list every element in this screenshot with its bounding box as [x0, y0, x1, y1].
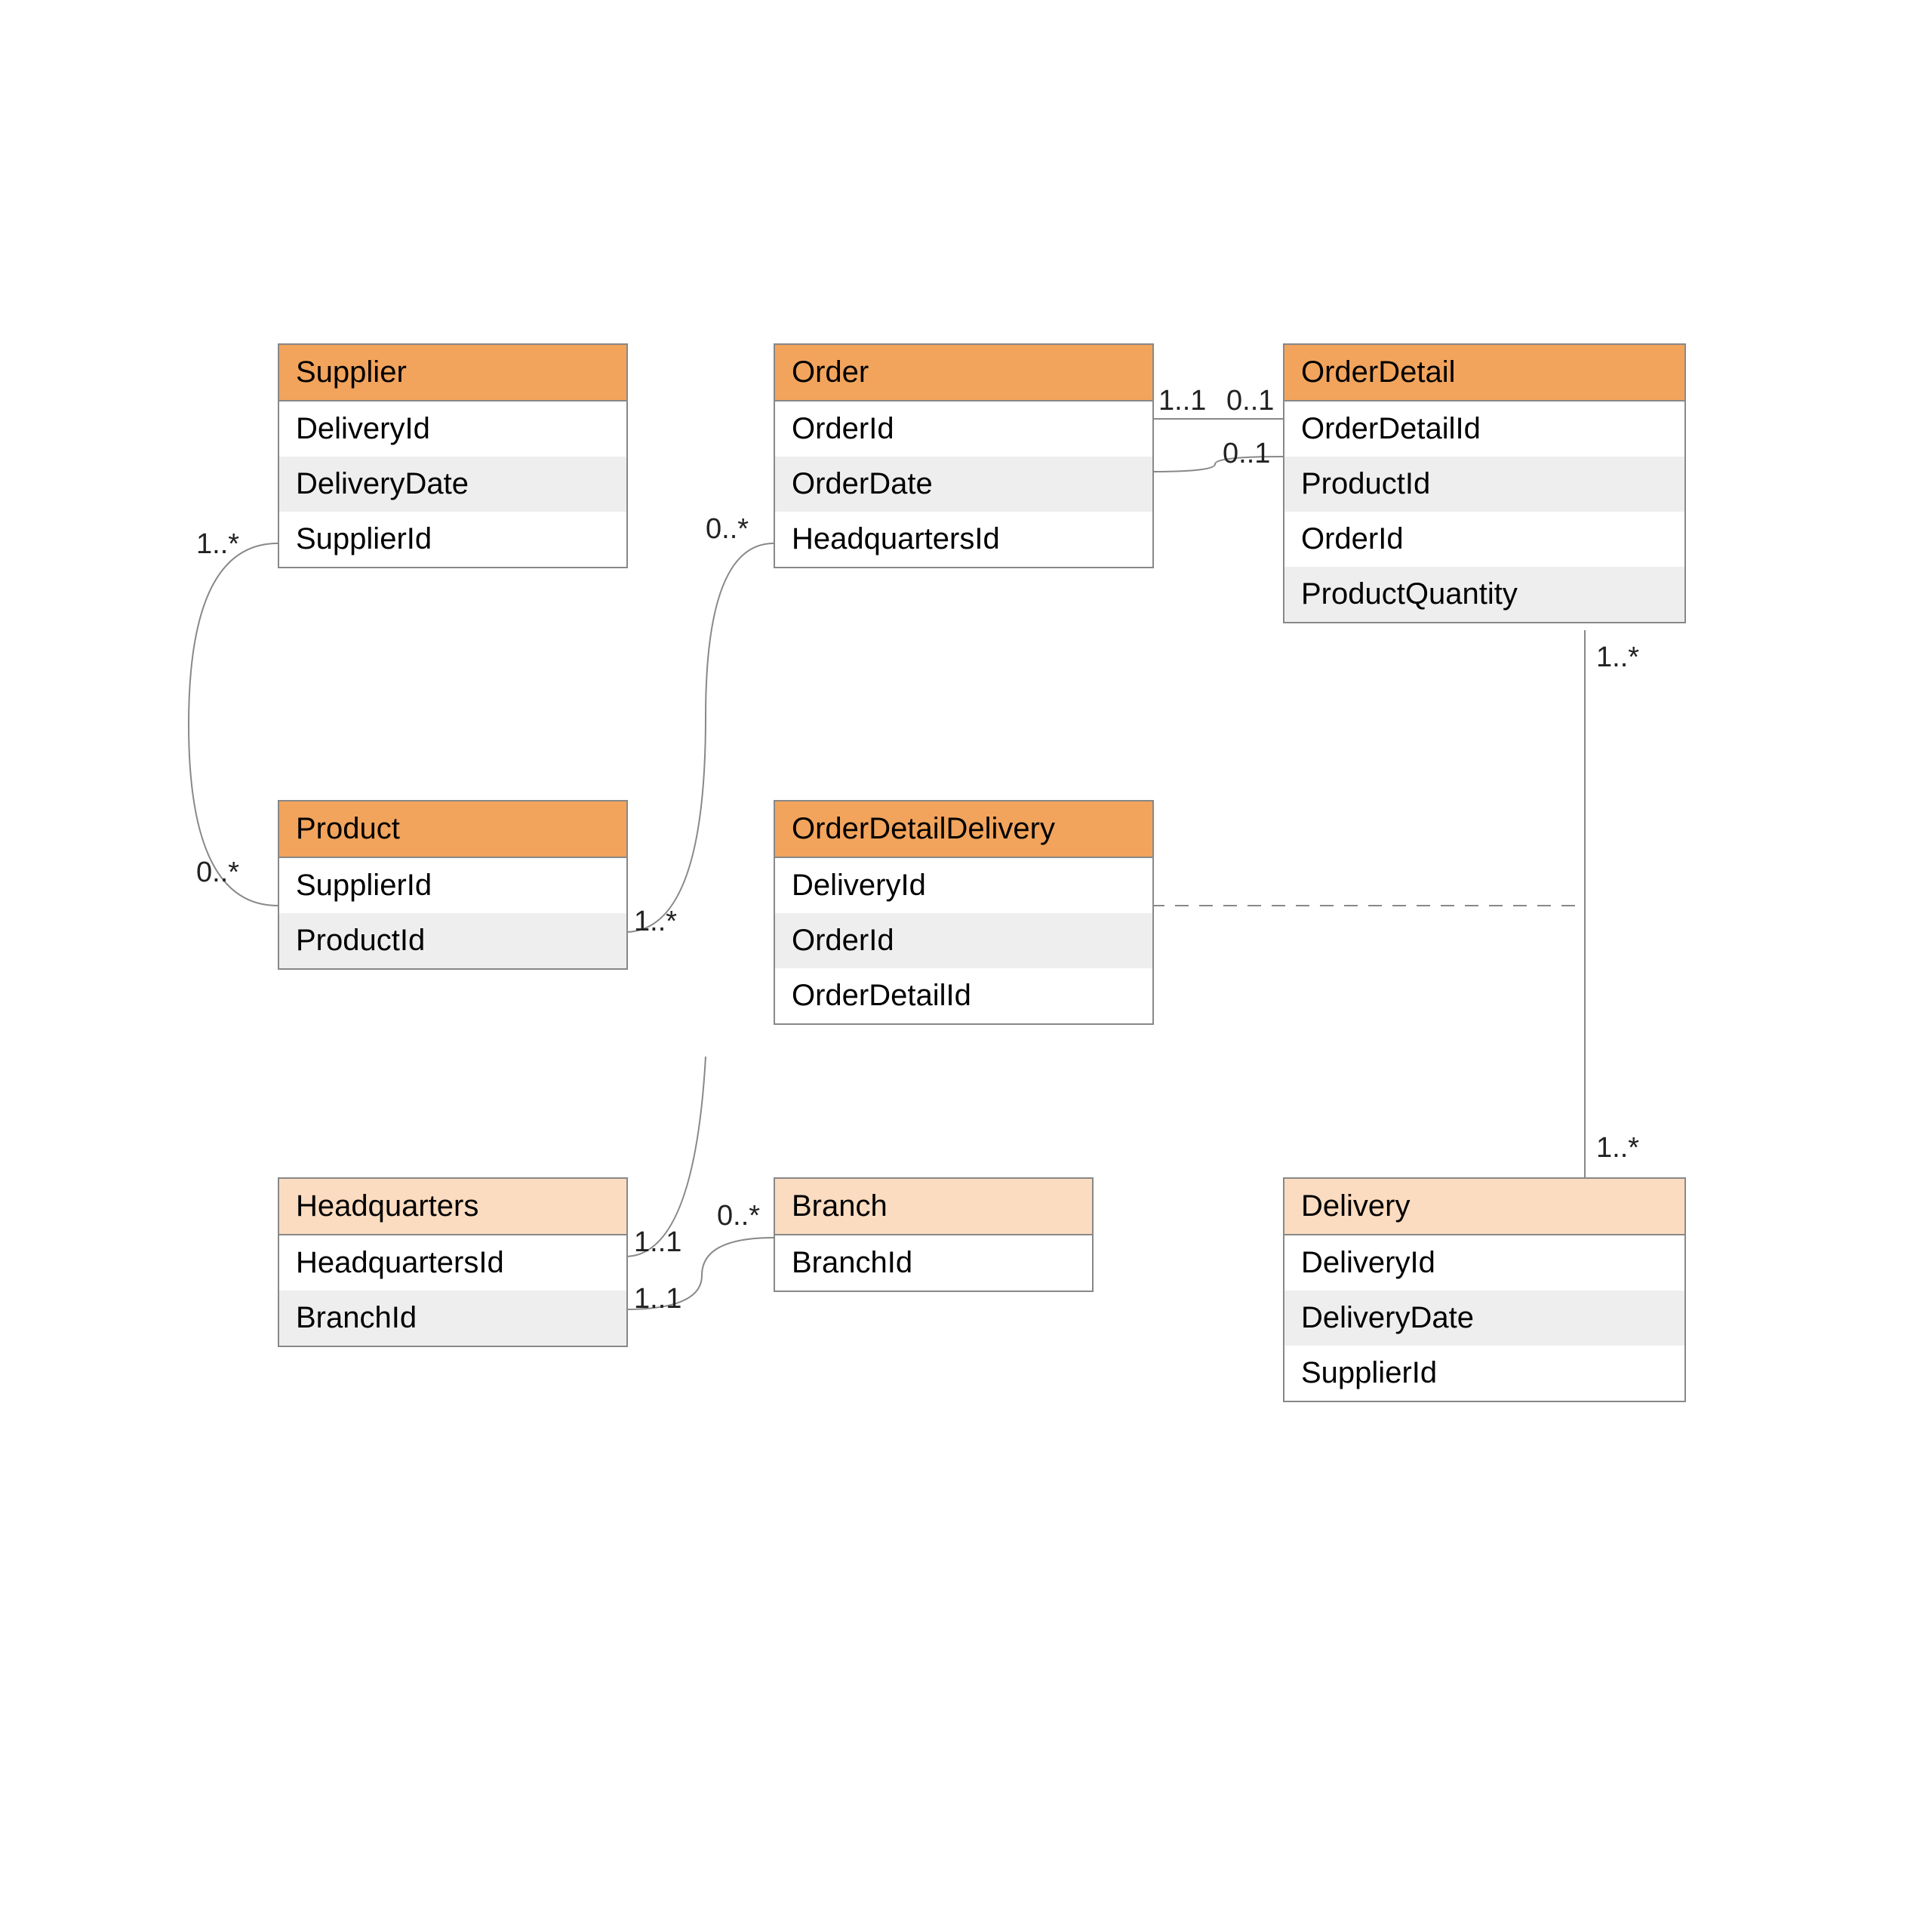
- entity-order-detail-delivery-row: OrderId: [775, 913, 1152, 968]
- entity-product-row: SupplierId: [279, 858, 626, 913]
- multiplicity-label: 1..*: [1596, 641, 1639, 674]
- entity-order-detail-delivery-row: DeliveryId: [775, 858, 1152, 913]
- multiplicity-label: 0..1: [1226, 385, 1274, 417]
- entity-order-detail-title: OrderDetail: [1284, 345, 1684, 401]
- entity-product: Product SupplierId ProductId: [278, 800, 628, 970]
- entity-supplier-row: DeliveryId: [279, 401, 626, 457]
- entity-headquarters: Headquarters HeadquartersId BranchId: [278, 1177, 628, 1347]
- entity-branch-row: BranchId: [775, 1235, 1092, 1291]
- entity-delivery-row: SupplierId: [1284, 1346, 1684, 1401]
- entity-headquarters-title: Headquarters: [279, 1179, 626, 1235]
- entity-delivery-row: DeliveryId: [1284, 1235, 1684, 1291]
- entity-headquarters-row: BranchId: [279, 1291, 626, 1346]
- entity-supplier-title: Supplier: [279, 345, 626, 401]
- entity-supplier-row: SupplierId: [279, 512, 626, 567]
- multiplicity-label: 1..*: [634, 906, 677, 938]
- entity-product-title: Product: [279, 801, 626, 858]
- entity-branch-title: Branch: [775, 1179, 1092, 1235]
- multiplicity-label: 1..1: [634, 1226, 681, 1259]
- entity-order-detail-delivery: OrderDetailDelivery DeliveryId OrderId O…: [774, 800, 1154, 1025]
- entity-product-row: ProductId: [279, 913, 626, 968]
- entity-order-detail-row: OrderId: [1284, 512, 1684, 567]
- multiplicity-label: 1..1: [1158, 385, 1206, 417]
- entity-order-row: OrderId: [775, 401, 1152, 457]
- multiplicity-label: 0..*: [706, 513, 749, 546]
- entity-order-title: Order: [775, 345, 1152, 401]
- entity-supplier: Supplier DeliveryId DeliveryDate Supplie…: [278, 343, 628, 568]
- entity-order-row: HeadquartersId: [775, 512, 1152, 567]
- entity-delivery-row: DeliveryDate: [1284, 1291, 1684, 1346]
- entity-delivery: Delivery DeliveryId DeliveryDate Supplie…: [1283, 1177, 1686, 1402]
- entity-order-detail-delivery-title: OrderDetailDelivery: [775, 801, 1152, 858]
- entity-order-detail-delivery-row: OrderDetailId: [775, 968, 1152, 1023]
- multiplicity-label: 0..*: [717, 1200, 760, 1232]
- entity-delivery-title: Delivery: [1284, 1179, 1684, 1235]
- multiplicity-label: 1..*: [196, 528, 239, 561]
- entity-order: Order OrderId OrderDate HeadquartersId: [774, 343, 1154, 568]
- entity-branch: Branch BranchId: [774, 1177, 1094, 1292]
- entity-headquarters-row: HeadquartersId: [279, 1235, 626, 1291]
- entity-supplier-row: DeliveryDate: [279, 457, 626, 512]
- er-diagram-canvas: Supplier DeliveryId DeliveryDate Supplie…: [0, 0, 1932, 1932]
- entity-order-row: OrderDate: [775, 457, 1152, 512]
- multiplicity-label: 1..*: [1596, 1132, 1639, 1164]
- entity-order-detail-row: ProductId: [1284, 457, 1684, 512]
- entity-order-detail-row: ProductQuantity: [1284, 567, 1684, 622]
- multiplicity-label: 1..1: [634, 1283, 681, 1315]
- multiplicity-label: 0..1: [1223, 438, 1270, 470]
- entity-order-detail: OrderDetail OrderDetailId ProductId Orde…: [1283, 343, 1686, 623]
- multiplicity-label: 0..*: [196, 857, 239, 889]
- entity-order-detail-row: OrderDetailId: [1284, 401, 1684, 457]
